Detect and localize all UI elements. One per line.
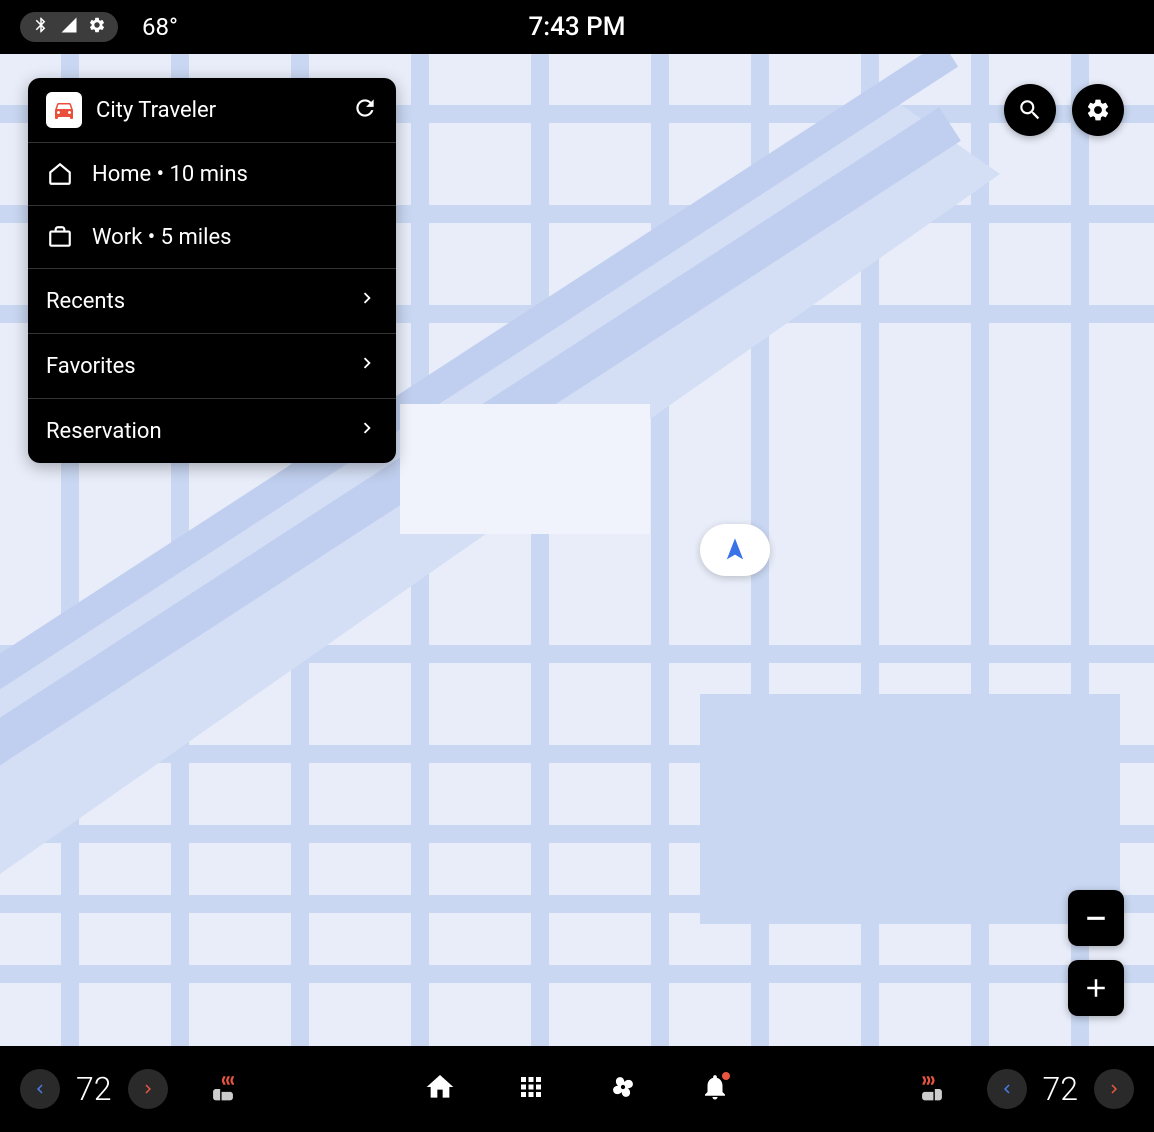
signal-icon [60,16,78,38]
home-icon [424,1071,456,1103]
right-temp-down-button[interactable] [987,1069,1027,1109]
left-temperature: 72 [76,1070,112,1108]
refresh-button[interactable] [352,95,378,125]
navigation-arrow-icon [721,536,749,564]
zoom-controls [1068,890,1124,1016]
notifications-nav-button[interactable] [700,1072,730,1106]
settings-button[interactable] [1072,84,1124,136]
panel-item-label: Home • 10 mins [92,162,378,187]
left-climate-group: 72 [20,1069,270,1109]
panel-item-work[interactable]: Work • 5 miles [28,206,396,269]
bottom-system-bar: 72 [0,1046,1154,1132]
status-left-group: 68° [20,12,178,42]
map-top-buttons [1004,84,1124,136]
seat-heat-icon [206,1072,240,1106]
chevron-left-icon [31,1080,49,1098]
left-temp-down-button[interactable] [20,1069,60,1109]
right-seat-heat-button[interactable] [915,1072,949,1106]
panel-item-home[interactable]: Home • 10 mins [28,143,396,206]
search-button[interactable] [1004,84,1056,136]
chevron-left-icon [998,1080,1016,1098]
right-temperature: 72 [1043,1070,1079,1108]
panel-item-label: Reservation [46,419,356,444]
bluetooth-icon [32,16,50,38]
left-temp-up-button[interactable] [128,1069,168,1109]
panel-header: City Traveler [28,78,396,143]
chevron-right-icon [356,287,378,315]
panel-item-label: Work • 5 miles [92,225,378,250]
left-seat-heat-button[interactable] [206,1072,240,1106]
chevron-right-icon [356,352,378,380]
briefcase-icon [46,224,74,250]
home-icon [46,161,74,187]
chevron-right-icon [356,417,378,445]
chevron-right-icon [1105,1080,1123,1098]
panel-item-reservation[interactable]: Reservation [28,399,396,463]
chevron-right-icon [139,1080,157,1098]
panel-item-label: Recents [46,289,356,314]
zoom-in-button[interactable] [1068,960,1124,1016]
search-icon [1017,97,1043,123]
home-nav-button[interactable] [424,1071,456,1107]
current-location-marker[interactable] [700,524,770,576]
panel-item-label: Favorites [46,354,356,379]
status-bar: 68° 7:43 PM [0,0,1154,54]
outside-temperature: 68° [142,13,178,41]
app-title: City Traveler [96,98,352,123]
app-icon [46,92,82,128]
seat-heat-icon [915,1072,949,1106]
nav-icon-group [424,1070,730,1108]
panel-item-recents[interactable]: Recents [28,269,396,334]
right-temp-up-button[interactable] [1094,1069,1134,1109]
notification-dot-icon [722,1072,730,1080]
apps-nav-button[interactable] [516,1072,546,1106]
clock-time: 7:43 PM [529,12,626,42]
minus-icon [1081,903,1111,933]
status-pill[interactable] [20,12,118,42]
fan-icon [606,1070,640,1104]
gear-icon [88,16,106,38]
map-canvas[interactable]: City Traveler Home • 10 mins Work • 5 mi… [0,54,1154,1046]
right-climate-group: 72 [885,1069,1135,1109]
zoom-out-button[interactable] [1068,890,1124,946]
navigation-panel: City Traveler Home • 10 mins Work • 5 mi… [28,78,396,463]
hvac-nav-button[interactable] [606,1070,640,1108]
plus-icon [1081,973,1111,1003]
apps-grid-icon [516,1072,546,1102]
gear-icon [1085,97,1111,123]
panel-item-favorites[interactable]: Favorites [28,334,396,399]
